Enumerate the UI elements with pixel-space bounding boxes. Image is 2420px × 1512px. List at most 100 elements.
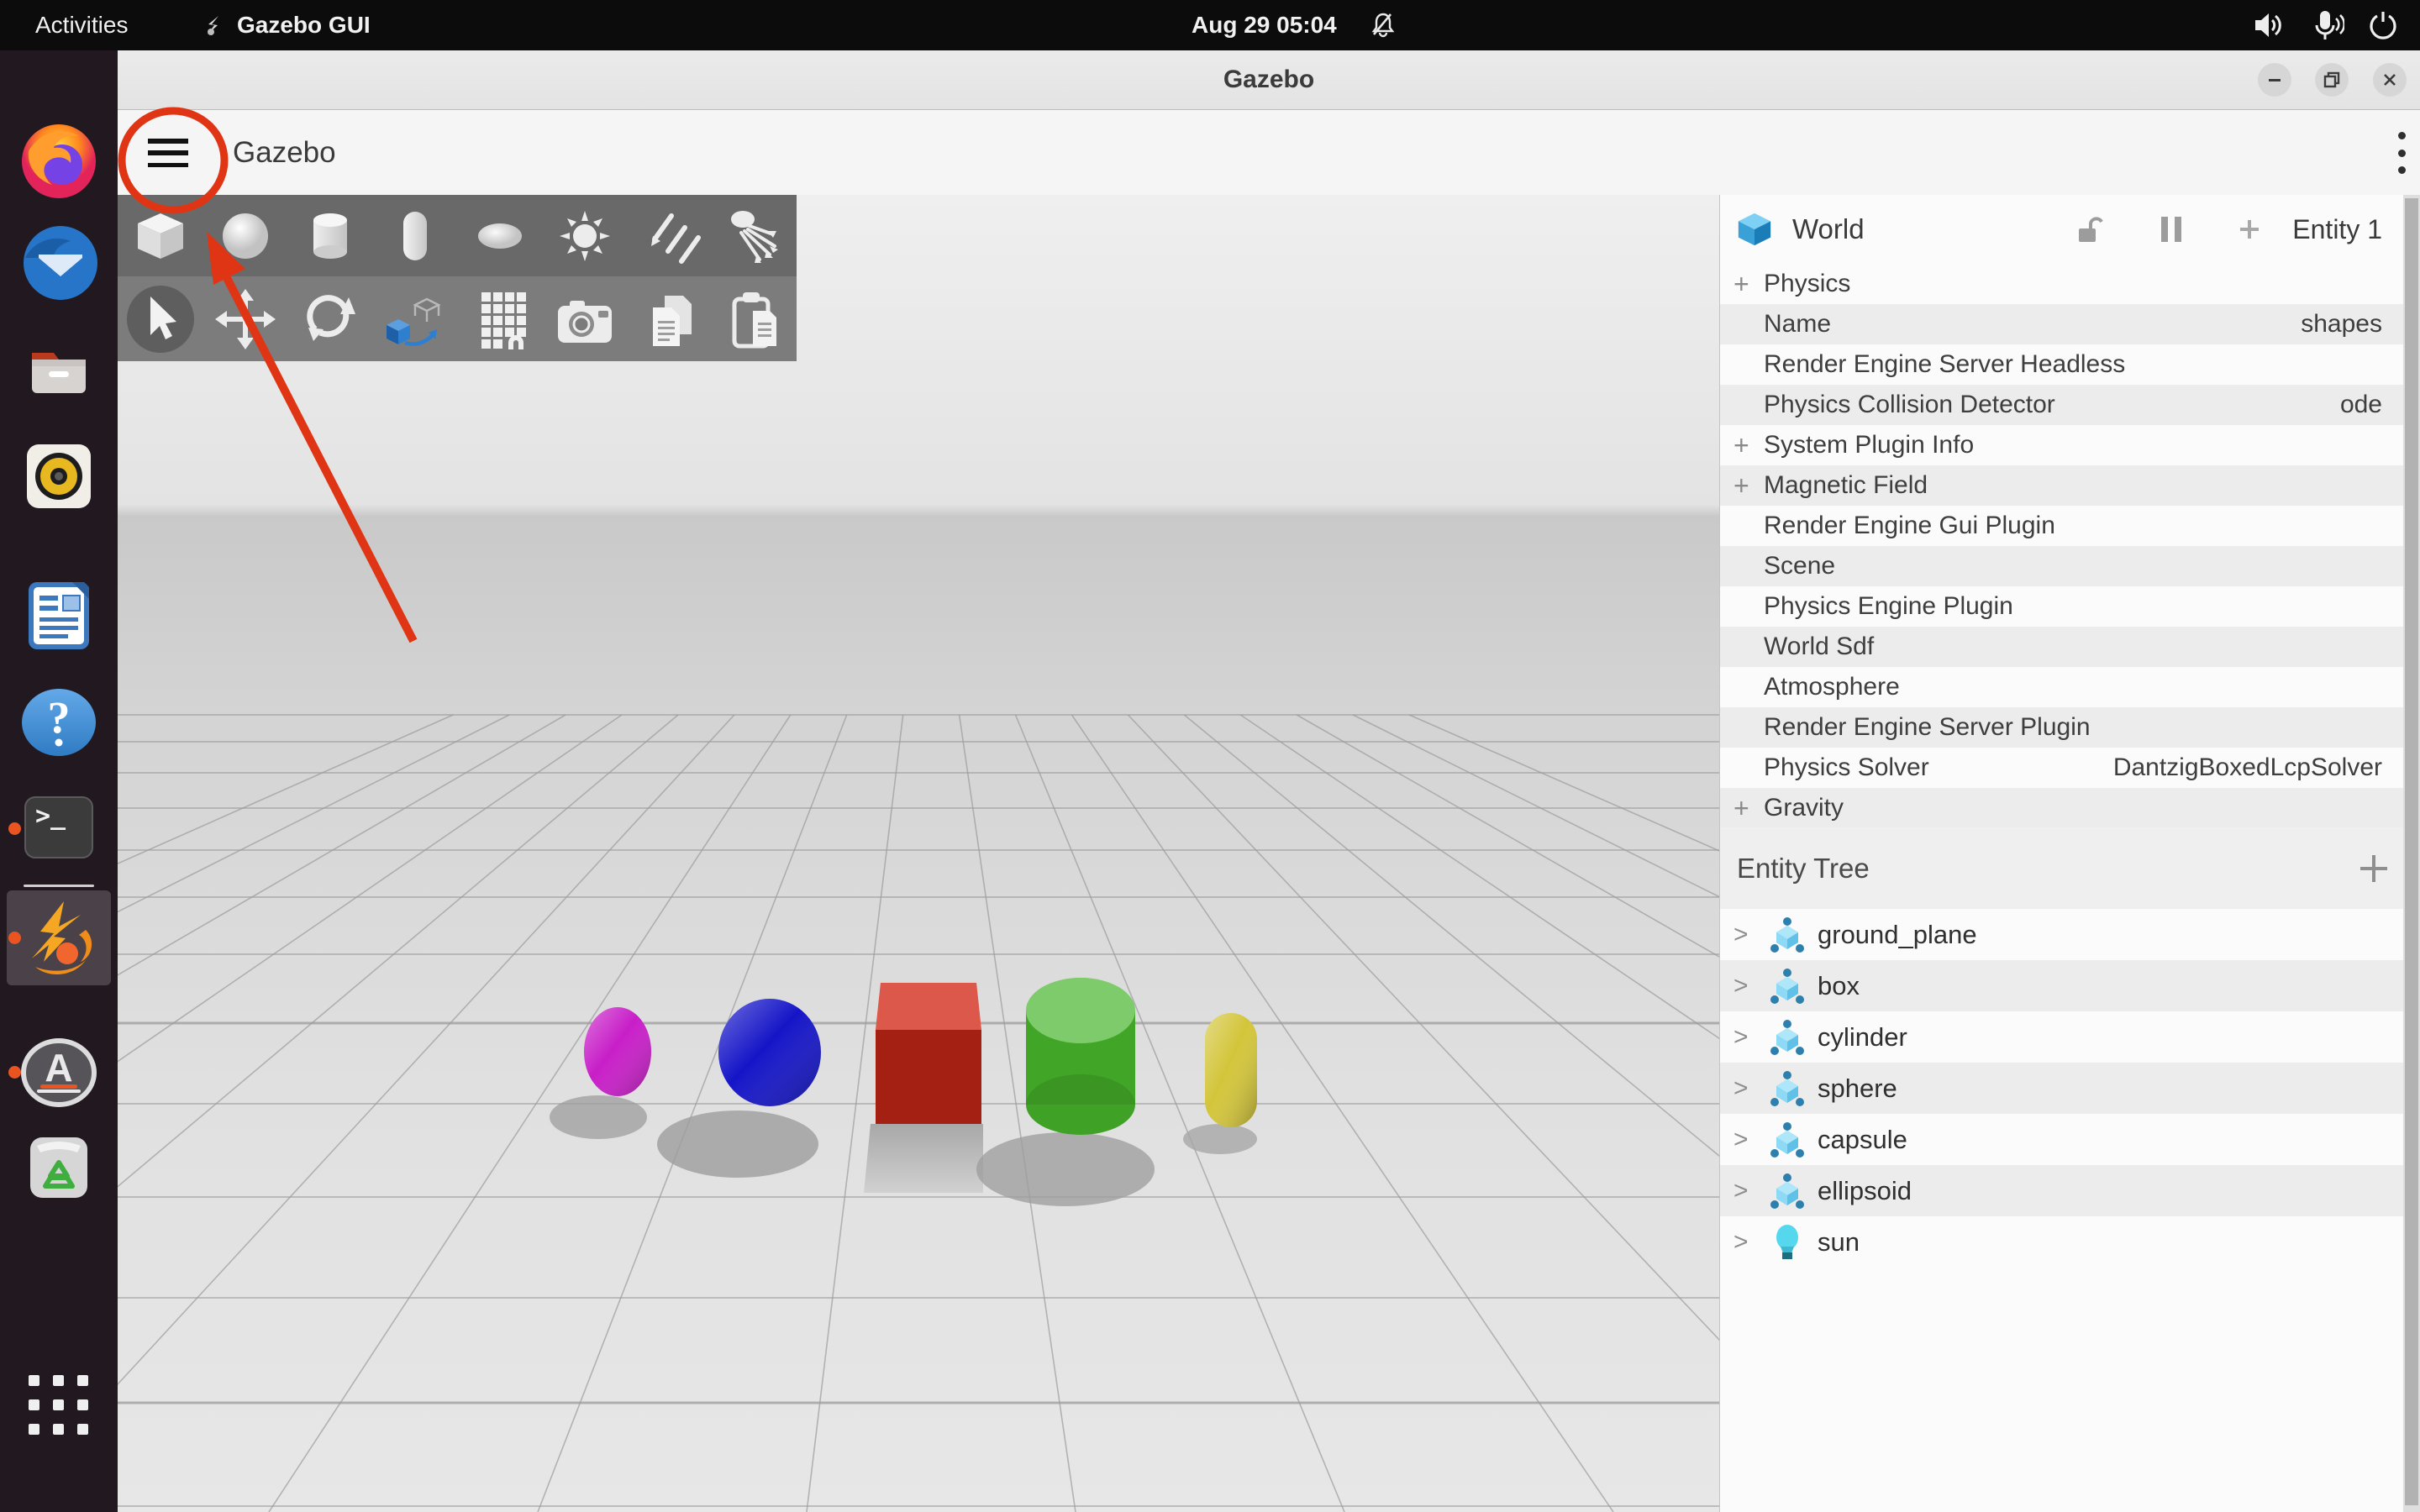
- dock-item-files[interactable]: [17, 328, 101, 412]
- tool-box[interactable]: [118, 195, 203, 276]
- property-row[interactable]: Scene: [1720, 546, 2420, 586]
- lock-open-icon[interactable]: [2075, 213, 2104, 245]
- entity-tree-row[interactable]: > sphere: [1720, 1063, 2420, 1114]
- scene-object-ellipsoid[interactable]: [584, 1007, 651, 1096]
- expand-icon[interactable]: +: [1720, 793, 1764, 824]
- shadow-sphere: [657, 1110, 818, 1178]
- expand-icon[interactable]: +: [1720, 470, 1764, 501]
- tool-sphere[interactable]: [203, 195, 287, 276]
- dock-item-firefox[interactable]: [17, 118, 101, 202]
- tree-expand-chevron[interactable]: >: [1720, 1023, 1764, 1052]
- dock-item-trash[interactable]: [17, 1126, 101, 1210]
- add-entity-icon[interactable]: [2238, 218, 2260, 240]
- show-applications-button[interactable]: [29, 1375, 89, 1436]
- scene-object-capsule[interactable]: [1205, 1013, 1257, 1127]
- tool-translate[interactable]: [203, 276, 287, 361]
- entity-tree-row[interactable]: > ellipsoid: [1720, 1165, 2420, 1216]
- dock-item-a-app[interactable]: A: [17, 1031, 101, 1115]
- tree-expand-chevron[interactable]: >: [1720, 1177, 1764, 1205]
- viewport-3d[interactable]: < 0.00 %: [118, 195, 1719, 1512]
- entity-tree-row[interactable]: > capsule: [1720, 1114, 2420, 1165]
- scene-object-box[interactable]: [876, 983, 981, 1124]
- entity-tree-row[interactable]: > cylinder: [1720, 1011, 2420, 1063]
- scene-object-sphere[interactable]: [718, 999, 821, 1106]
- entity-label: capsule: [1818, 1124, 1907, 1154]
- shadow-capsule: [1183, 1124, 1257, 1154]
- minimize-button[interactable]: [2258, 63, 2291, 97]
- tool-spot-light[interactable]: [712, 195, 797, 276]
- dock-item-help[interactable]: ?: [17, 680, 101, 764]
- tool-screenshot[interactable]: [542, 276, 627, 361]
- pause-icon[interactable]: [2160, 215, 2183, 244]
- tree-expand-chevron[interactable]: >: [1720, 1228, 1764, 1257]
- property-label: Render Engine Gui Plugin: [1764, 512, 2055, 539]
- expand-icon[interactable]: +: [1720, 430, 1764, 461]
- dock-item-terminal[interactable]: >_: [17, 787, 101, 871]
- entity-icon: [1764, 1172, 1811, 1210]
- entity-tree-row[interactable]: > sun: [1720, 1216, 2420, 1268]
- grid-tool-icon: [481, 291, 526, 349]
- clock[interactable]: Aug 29 05:04: [1192, 0, 1337, 50]
- property-row[interactable]: Render Engine Server Plugin: [1720, 707, 2420, 748]
- firefox-icon: [22, 124, 96, 198]
- tool-directional-light[interactable]: [627, 195, 712, 276]
- property-row[interactable]: Physics Collision Detector ode: [1720, 385, 2420, 425]
- panel-scrollbar[interactable]: [2403, 195, 2420, 1512]
- tool-point-light[interactable]: [542, 195, 627, 276]
- tree-expand-chevron[interactable]: >: [1720, 972, 1764, 1000]
- tool-select[interactable]: [118, 276, 203, 361]
- tree-expand-chevron[interactable]: >: [1720, 1074, 1764, 1103]
- window-titlebar[interactable]: Gazebo: [118, 50, 2420, 110]
- entity-label: sun: [1818, 1226, 1860, 1257]
- select-tool-icon: [126, 285, 194, 353]
- entity-tree-row[interactable]: > ground_plane: [1720, 909, 2420, 960]
- entity-selector[interactable]: Entity 1: [2292, 214, 2382, 245]
- activities-button[interactable]: Activities: [35, 0, 128, 50]
- entity-tree-add-icon[interactable]: [2357, 852, 2391, 885]
- property-row[interactable]: Atmosphere: [1720, 667, 2420, 707]
- world-panel-title: World: [1792, 213, 1865, 244]
- property-row[interactable]: + Physics: [1720, 264, 2420, 304]
- tool-copy[interactable]: [627, 276, 712, 361]
- tool-capsule[interactable]: [372, 195, 457, 276]
- property-row[interactable]: Physics Engine Plugin: [1720, 586, 2420, 627]
- property-row[interactable]: + Gravity: [1720, 788, 2420, 827]
- dock-item-gazebo[interactable]: [7, 890, 111, 985]
- property-label: Magnetic Field: [1764, 471, 1928, 499]
- gazebo-header: Gazebo: [118, 110, 2420, 195]
- dock-item-thunderbird[interactable]: [17, 221, 101, 305]
- entity-label: cylinder: [1818, 1021, 1907, 1052]
- property-row[interactable]: + System Plugin Info: [1720, 425, 2420, 465]
- tree-expand-chevron[interactable]: >: [1720, 921, 1764, 949]
- property-row[interactable]: Physics Solver DantzigBoxedLcpSolver: [1720, 748, 2420, 788]
- property-label: World Sdf: [1764, 633, 1875, 660]
- hamburger-menu-button[interactable]: [148, 139, 188, 167]
- tool-snap[interactable]: [372, 276, 457, 361]
- tool-cylinder[interactable]: [287, 195, 372, 276]
- toolbar: [118, 195, 797, 361]
- tool-ellipsoid[interactable]: [457, 195, 542, 276]
- tool-paste[interactable]: [712, 276, 797, 361]
- dock-item-rhythmbox[interactable]: [17, 434, 101, 518]
- dock-item-libreoffice-writer[interactable]: [17, 574, 101, 658]
- focused-app-indicator[interactable]: Gazebo GUI: [200, 0, 371, 50]
- tool-rotate[interactable]: [287, 276, 372, 361]
- property-row[interactable]: Name shapes: [1720, 304, 2420, 344]
- scene-object-cylinder[interactable]: [1026, 978, 1135, 1135]
- kebab-menu-button[interactable]: [2385, 132, 2418, 174]
- property-row[interactable]: World Sdf: [1720, 627, 2420, 667]
- close-button[interactable]: [2373, 63, 2407, 97]
- property-row[interactable]: Render Engine Server Headless: [1720, 344, 2420, 385]
- tree-expand-chevron[interactable]: >: [1720, 1126, 1764, 1154]
- scrollbar-thumb[interactable]: [2405, 198, 2418, 1505]
- property-row[interactable]: Render Engine Gui Plugin: [1720, 506, 2420, 546]
- tool-grid[interactable]: [457, 276, 542, 361]
- entity-tree-row[interactable]: > box: [1720, 960, 2420, 1011]
- terminal-icon: >_: [24, 796, 93, 858]
- restore-button[interactable]: [2315, 63, 2349, 97]
- system-status-area[interactable]: [2252, 0, 2407, 50]
- svg-text:A: A: [45, 1046, 72, 1089]
- volume-icon: [2255, 13, 2281, 37]
- property-row[interactable]: + Magnetic Field: [1720, 465, 2420, 506]
- expand-icon[interactable]: +: [1720, 269, 1764, 300]
